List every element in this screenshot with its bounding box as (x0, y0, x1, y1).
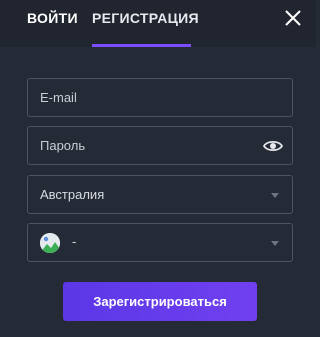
password-field-wrapper (27, 126, 293, 165)
chevron-down-icon (271, 193, 279, 198)
country-select[interactable]: Австралия (27, 175, 293, 214)
email-field-wrapper (27, 78, 293, 117)
country-select-value: Австралия (40, 187, 105, 202)
eye-icon[interactable] (262, 137, 284, 155)
password-field[interactable] (28, 127, 292, 164)
close-icon[interactable] (282, 7, 304, 29)
chevron-down-icon (271, 241, 279, 246)
active-tab-indicator (92, 44, 191, 47)
email-field[interactable] (28, 79, 292, 116)
register-button[interactable]: Зарегистрироваться (63, 282, 257, 321)
currency-select[interactable]: - (27, 223, 293, 262)
tab-register[interactable]: РЕГИСТРАЦИЯ (92, 10, 199, 47)
tab-login[interactable]: ВОЙТИ (27, 10, 78, 47)
currency-select-value: - (72, 234, 77, 249)
auth-header: ВОЙТИ РЕГИСТРАЦИЯ (0, 0, 316, 47)
flag-icon (40, 233, 60, 253)
